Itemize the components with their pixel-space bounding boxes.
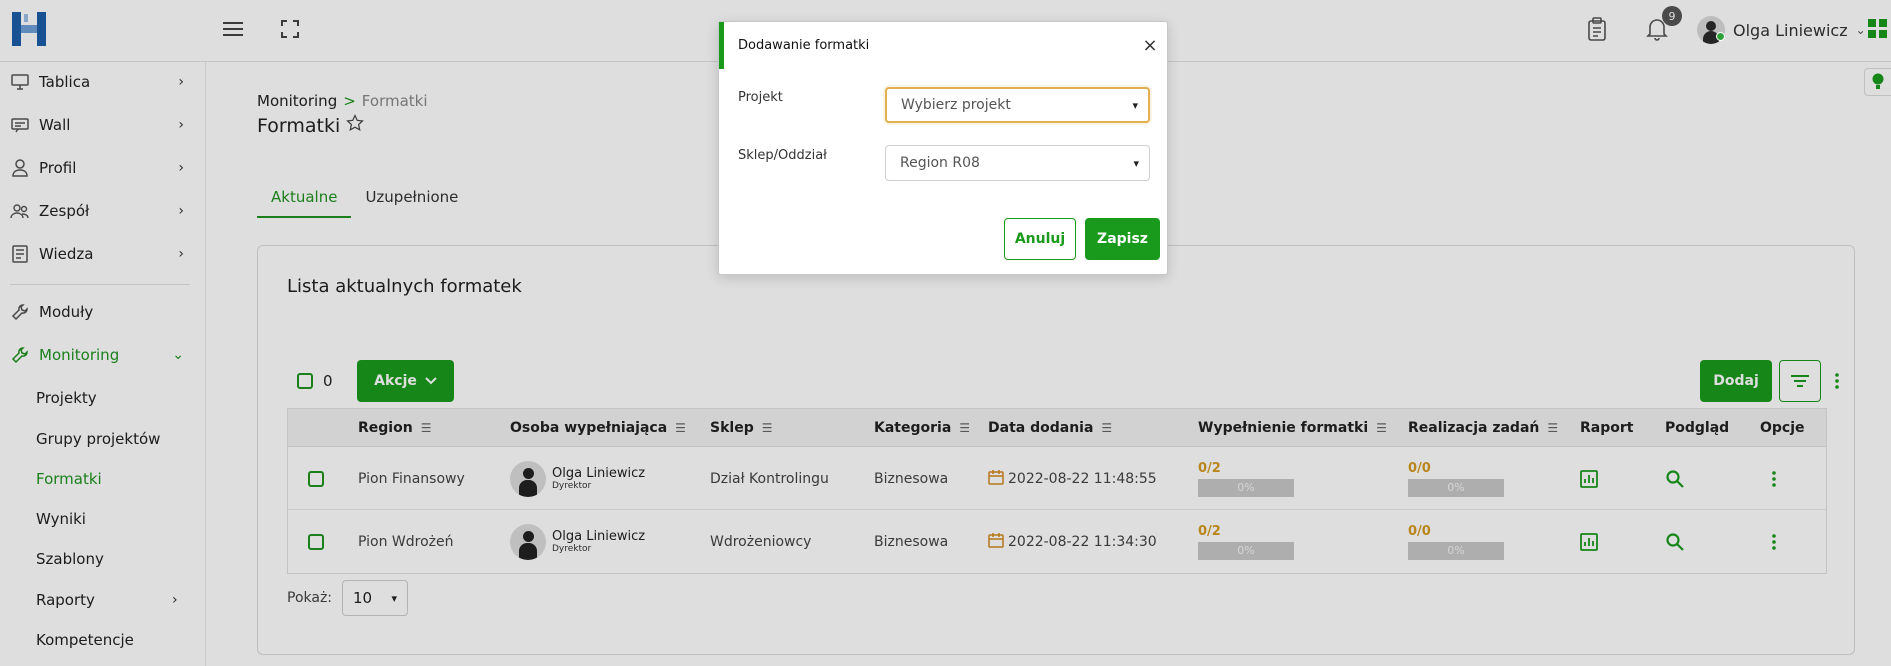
project-label: Projekt <box>738 90 783 105</box>
chevron-down-icon: ▾ <box>1133 156 1139 170</box>
chevron-down-icon: ▾ <box>1132 98 1138 112</box>
shop-label: Sklep/Oddział <box>738 148 827 163</box>
shop-select[interactable]: Region R08 ▾ <box>885 145 1150 181</box>
online-status-dot <box>1716 32 1725 41</box>
save-button[interactable]: Zapisz <box>1085 218 1160 260</box>
modal-accent-bar <box>719 22 724 69</box>
project-select-value: Wybierz projekt <box>901 97 1011 113</box>
close-icon[interactable]: × <box>1140 35 1160 56</box>
shop-select-value: Region R08 <box>900 155 980 171</box>
modal-title: Dodawanie formatki <box>738 38 870 53</box>
add-form-modal: Dodawanie formatki × Projekt Wybierz pro… <box>718 21 1168 275</box>
project-select[interactable]: Wybierz projekt ▾ <box>885 87 1150 123</box>
cancel-button[interactable]: Anuluj <box>1004 218 1076 260</box>
